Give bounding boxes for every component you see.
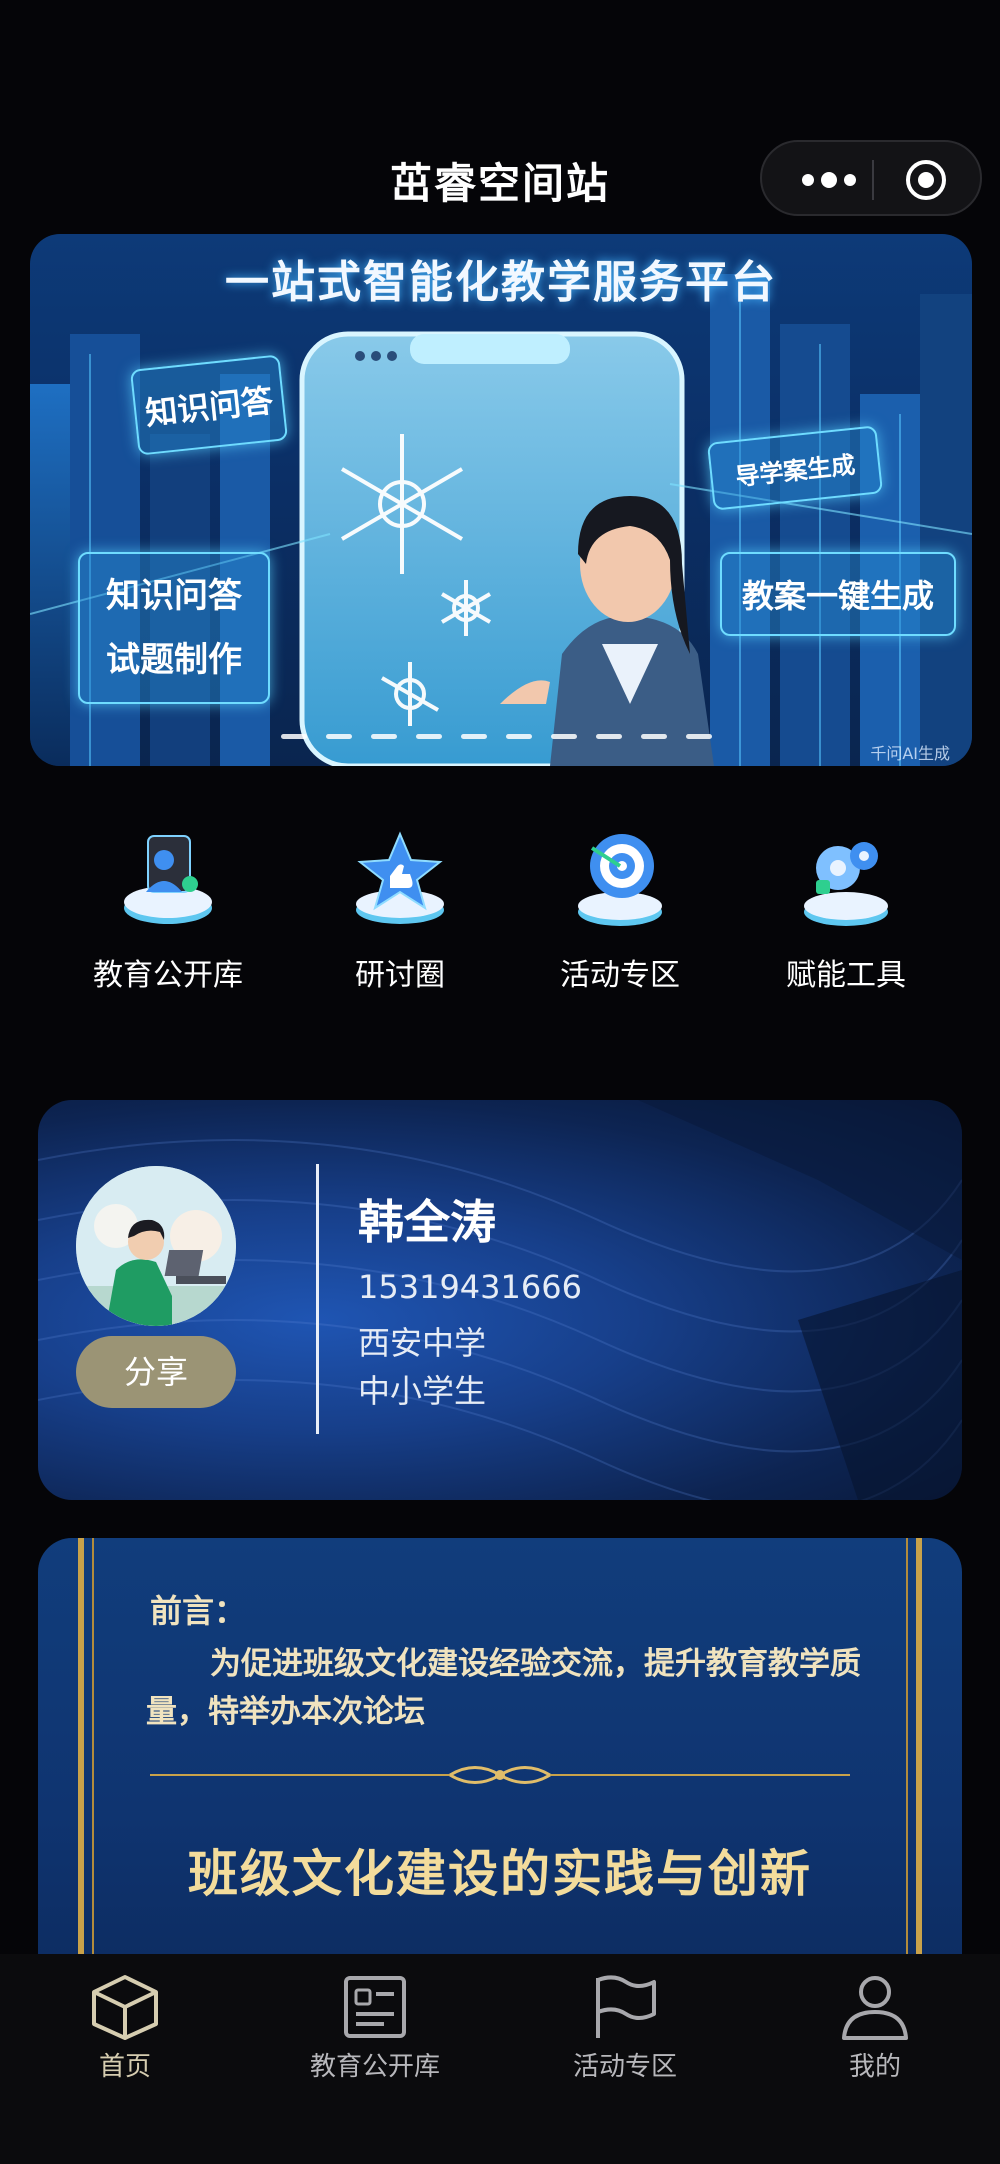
- banner-dot[interactable]: [596, 734, 622, 739]
- menu-item-tools[interactable]: 赋能工具: [736, 830, 956, 1000]
- menu-label: 赋能工具: [786, 958, 906, 993]
- app-page: 茁睿空间站 一站式智能化教学服务平台 知识问答 知识问答 试题制作 导学案生成 …: [0, 0, 1000, 2164]
- profile-school: 西安中学: [358, 1324, 487, 1362]
- banner-headline: 一站式智能化教学服务平台: [225, 257, 777, 308]
- bottom-tab-bar: 首页 教育公开库 活动专区 我的: [0, 1954, 1000, 2164]
- tab-label: 活动专区: [572, 2052, 677, 2082]
- more-dots-icon[interactable]: [796, 162, 866, 198]
- forum-poster-card[interactable]: 前言： 为促进班级文化建设经验交流，提升教育教学质量，特举办本次论坛 班级文化建…: [38, 1538, 962, 1998]
- preface-text: 为促进班级文化建设经验交流，提升教育教学质量，特举办本次论坛: [146, 1646, 861, 1730]
- user-icon: [842, 1976, 908, 2040]
- id-card-icon: [344, 1976, 406, 2038]
- feature-menu: 教育公开库 研讨圈 活动专区 赋能工具: [0, 830, 1000, 1000]
- poster-border-right-thin: [906, 1538, 908, 1998]
- menu-item-activity[interactable]: 活动专区: [510, 830, 730, 1000]
- menu-label: 研讨圈: [355, 958, 445, 993]
- home-cube-icon: [92, 1975, 158, 2040]
- ornament-divider: [150, 1766, 850, 1784]
- tab-label: 我的: [848, 2052, 901, 2082]
- education-library-icon: [124, 835, 212, 924]
- menu-item-education-library[interactable]: 教育公开库: [58, 830, 278, 1000]
- banner-sign-left: 知识问答 试题制作: [78, 552, 270, 704]
- tab-home[interactable]: 首页: [0, 1964, 250, 2082]
- activity-target-icon: [578, 834, 662, 926]
- promo-banner[interactable]: 一站式智能化教学服务平台 知识问答 知识问答 试题制作 导学案生成 教案一键生成…: [30, 234, 972, 766]
- poster-border-right: [916, 1538, 922, 1998]
- avatar[interactable]: [76, 1166, 236, 1326]
- banner-dot[interactable]: [686, 734, 712, 739]
- tab-label: 教育公开库: [309, 2052, 440, 2082]
- poster-border-left-thin: [92, 1538, 94, 1998]
- banner-sign-qa: 知识问答: [129, 354, 289, 456]
- preface-title: 前言：: [150, 1592, 247, 1630]
- banner-sign-plan: 教案一键生成: [720, 552, 956, 636]
- banner-dot[interactable]: [506, 734, 532, 739]
- banner-dot[interactable]: [551, 734, 577, 739]
- discussion-star-icon: [356, 831, 444, 924]
- banner-watermark: 千问AI生成: [870, 744, 950, 763]
- target-circle-icon[interactable]: [904, 158, 948, 202]
- capsule-divider: [872, 160, 874, 200]
- tab-label: 首页: [98, 2052, 151, 2082]
- poster-border-left: [78, 1538, 84, 1998]
- menu-item-discussion[interactable]: 研讨圈: [290, 830, 510, 1000]
- avatar-illustration: [76, 1166, 236, 1326]
- menu-label: 教育公开库: [93, 958, 243, 993]
- banner-dot[interactable]: [326, 734, 352, 739]
- mini-program-capsule: [760, 140, 982, 216]
- banner-dot[interactable]: [281, 734, 307, 739]
- banner-pagination: [30, 734, 972, 740]
- poster-heading: 班级文化建设的实践与创新: [188, 1844, 812, 1903]
- profile-phone: 15319431666: [358, 1268, 582, 1306]
- profile-card: 分享 韩全涛 15319431666 西安中学 中小学生: [38, 1100, 962, 1500]
- banner-sign-left-line2: 试题制作: [106, 640, 242, 680]
- share-button[interactable]: 分享: [76, 1336, 236, 1408]
- tab-mine[interactable]: 我的: [750, 1964, 1000, 2082]
- banner-dot[interactable]: [416, 734, 442, 739]
- banner-dot[interactable]: [461, 734, 487, 739]
- profile-role: 中小学生: [358, 1372, 487, 1410]
- banner-dot[interactable]: [641, 734, 667, 739]
- profile-divider: [316, 1164, 319, 1434]
- menu-label: 活动专区: [560, 958, 680, 993]
- nav-header: 茁睿空间站: [0, 140, 1000, 220]
- tools-gear-icon: [804, 842, 888, 926]
- tab-activity[interactable]: 活动专区: [500, 1964, 750, 2082]
- flag-icon: [596, 1975, 656, 2038]
- tab-education-library[interactable]: 教育公开库: [250, 1964, 500, 2082]
- banner-sign-left-line1: 知识问答: [106, 576, 242, 616]
- banner-dot[interactable]: [371, 734, 397, 739]
- profile-name: 韩全涛: [358, 1195, 496, 1249]
